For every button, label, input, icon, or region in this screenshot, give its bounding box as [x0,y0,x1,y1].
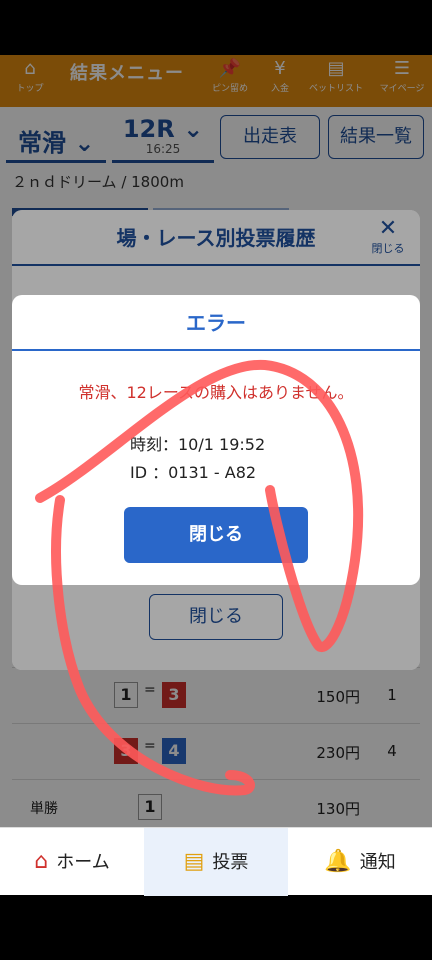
error-close-button[interactable]: 閉じる [124,507,308,563]
error-time: 時刻：10/1 19:52 [130,435,266,454]
error-id: ID ：0131 - A82 [130,463,257,482]
bell-icon: 🔔 [324,849,352,874]
nav-notify[interactable]: 🔔 通知 [288,828,432,896]
error-modal: エラー 常滑、12レースの購入はありません。 時刻：10/1 19:52 ID … [12,295,420,585]
nav-vote[interactable]: ▤ 投票 [144,828,288,896]
bottom-nav: ⌂ ホーム ▤ 投票 🔔 通知 [0,827,432,896]
ticket-icon: ▤ [183,849,205,874]
nav-home[interactable]: ⌂ ホーム [0,828,144,896]
error-meta: 時刻：10/1 19:52 ID ：0131 - A82 [130,431,265,487]
house-icon: ⌂ [34,849,49,874]
error-message: 常滑、12レースの購入はありません。 [78,383,354,402]
error-title: エラー [12,295,420,351]
